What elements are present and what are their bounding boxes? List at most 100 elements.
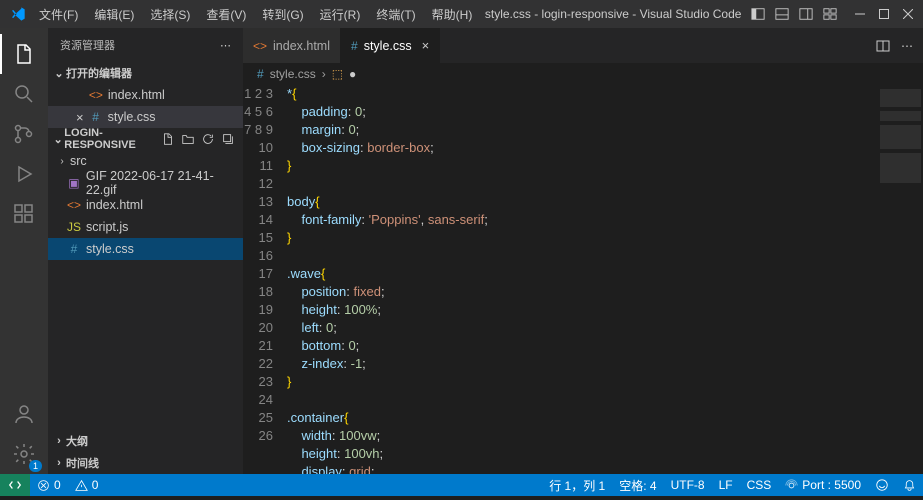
tab-label: index.html	[273, 39, 330, 53]
status-warnings[interactable]: 0	[68, 474, 106, 496]
menu-item[interactable]: 转到(G)	[255, 3, 310, 26]
menu-item[interactable]: 终端(T)	[369, 3, 422, 26]
toggle-panel-left-icon[interactable]	[747, 3, 769, 25]
activity-source-control[interactable]	[0, 114, 48, 154]
status-liveserver[interactable]: Port : 5500	[778, 474, 868, 496]
settings-badge: 1	[29, 460, 42, 472]
titlebar: 文件(F)编辑(E)选择(S)查看(V)转到(G)运行(R)终端(T)帮助(H)…	[0, 0, 923, 28]
customize-layout-icon[interactable]	[819, 3, 841, 25]
remote-indicator[interactable]	[0, 474, 30, 496]
layout-controls	[747, 3, 841, 25]
tab-label: style.css	[364, 39, 412, 53]
sidebar: 资源管理器 ⋯ ⌄ 打开的编辑器 ●<>index.html × # style.cs…	[48, 28, 243, 474]
activity-explorer[interactable]	[0, 34, 48, 74]
file-name: style.css	[108, 110, 156, 124]
activity-bar: 1	[0, 28, 48, 474]
close-icon[interactable]: ×	[76, 110, 84, 125]
chevron-right-icon: ›	[322, 67, 326, 81]
css-file-icon: #	[66, 242, 82, 256]
outline-section[interactable]: ›大纲	[48, 430, 243, 452]
refresh-icon[interactable]	[201, 132, 215, 146]
new-file-icon[interactable]	[161, 132, 175, 146]
code-editor[interactable]: 1 2 3 4 5 6 7 8 9 10 11 12 13 14 15 16 1…	[243, 85, 923, 474]
status-ln-col[interactable]: 行 1，列 1	[542, 474, 612, 496]
file-name: script.js	[86, 220, 128, 234]
html-file-icon: <>	[66, 198, 82, 212]
timeline-label: 时间线	[66, 455, 99, 471]
file-item[interactable]: # style.css	[48, 238, 243, 260]
chevron-down-icon: ⌄	[52, 67, 66, 80]
vscode-logo-icon	[10, 6, 26, 22]
chevron-right-icon: ›	[52, 435, 66, 447]
file-name: GIF 2022-06-17 21-41-22.gif	[86, 169, 243, 197]
file-item[interactable]: ▣ GIF 2022-06-17 21-41-22.gif	[48, 172, 243, 194]
menubar: 文件(F)编辑(E)选择(S)查看(V)转到(G)运行(R)终端(T)帮助(H)	[32, 3, 479, 26]
html-file-icon: <>	[253, 39, 267, 53]
editor-tab[interactable]: # style.css ×	[341, 28, 440, 63]
menu-item[interactable]: 帮助(H)	[425, 3, 480, 26]
status-eol[interactable]: LF	[712, 474, 740, 496]
status-errors[interactable]: 0	[30, 474, 68, 496]
menu-item[interactable]: 选择(S)	[143, 3, 197, 26]
activity-accounts[interactable]	[0, 394, 48, 434]
more-icon[interactable]: ⋯	[220, 39, 231, 52]
status-bell-icon[interactable]	[896, 474, 923, 496]
close-icon[interactable]: ×	[422, 38, 430, 53]
breadcrumb-symbol-icon: ⬚	[332, 67, 343, 81]
gutter: 1 2 3 4 5 6 7 8 9 10 11 12 13 14 15 16 1…	[243, 85, 287, 474]
maximize-button[interactable]	[873, 3, 895, 25]
breadcrumb[interactable]: # style.css › ⬚ ●	[243, 63, 923, 85]
breadcrumb-file: style.css	[270, 67, 316, 81]
folder-section[interactable]: ⌄ LOGIN-RESPONSIVE	[48, 128, 243, 150]
minimize-button[interactable]	[849, 3, 871, 25]
menu-item[interactable]: 文件(F)	[32, 3, 85, 26]
activity-extensions[interactable]	[0, 194, 48, 234]
code-content[interactable]: *{ padding: 0; margin: 0; box-sizing: bo…	[287, 85, 873, 474]
menu-item[interactable]: 运行(R)	[313, 3, 368, 26]
new-folder-icon[interactable]	[181, 132, 195, 146]
css-file-icon: #	[351, 39, 358, 53]
folder-name: src	[70, 154, 87, 168]
html-file-icon: <>	[88, 88, 104, 102]
css-file-icon: #	[88, 110, 104, 124]
open-editors-label: 打开的编辑器	[66, 65, 132, 81]
window-title: style.css - login-responsive - Visual St…	[479, 7, 747, 21]
open-editor-item[interactable]: ●<>index.html	[48, 84, 243, 106]
more-actions-icon[interactable]: ⋯	[901, 39, 913, 53]
editor-area: <> index.html # style.css × ⋯ # style.css › …	[243, 28, 923, 474]
open-editor-item[interactable]: × # style.css	[48, 106, 243, 128]
js-file-icon: JS	[66, 220, 82, 234]
sidebar-title: 资源管理器	[60, 37, 115, 53]
file-item[interactable]: <>index.html	[48, 194, 243, 216]
activity-search[interactable]	[0, 74, 48, 114]
open-editors-section[interactable]: ⌄ 打开的编辑器	[48, 62, 243, 84]
status-spaces[interactable]: 空格: 4	[612, 474, 663, 496]
activity-settings[interactable]: 1	[0, 434, 48, 474]
toggle-panel-bottom-icon[interactable]	[771, 3, 793, 25]
css-file-icon: #	[257, 67, 264, 81]
status-encoding[interactable]: UTF-8	[664, 474, 712, 496]
minimap[interactable]	[873, 85, 923, 474]
statusbar: 0 0 行 1，列 1 空格: 4 UTF-8 LF CSS Port : 55…	[0, 474, 923, 496]
timeline-section[interactable]: ›时间线	[48, 452, 243, 474]
folder-name: LOGIN-RESPONSIVE	[64, 127, 161, 151]
chevron-down-icon: ⌄	[52, 133, 64, 146]
window-controls	[849, 3, 919, 25]
file-name: style.css	[86, 242, 134, 256]
split-editor-icon[interactable]	[875, 38, 891, 54]
menu-item[interactable]: 查看(V)	[199, 3, 253, 26]
status-feedback-icon[interactable]	[868, 474, 896, 496]
toggle-panel-right-icon[interactable]	[795, 3, 817, 25]
activity-run-debug[interactable]	[0, 154, 48, 194]
editor-tab[interactable]: <> index.html	[243, 28, 341, 63]
chevron-right-icon: ›	[56, 156, 68, 167]
status-language[interactable]: CSS	[740, 474, 779, 496]
sidebar-header: 资源管理器 ⋯	[48, 28, 243, 62]
menu-item[interactable]: 编辑(E)	[87, 3, 141, 26]
outline-label: 大纲	[66, 433, 88, 449]
gif-file-icon: ▣	[66, 176, 82, 190]
modified-dot: ●	[349, 67, 356, 81]
close-button[interactable]	[897, 3, 919, 25]
file-item[interactable]: JS script.js	[48, 216, 243, 238]
collapse-all-icon[interactable]	[221, 132, 235, 146]
